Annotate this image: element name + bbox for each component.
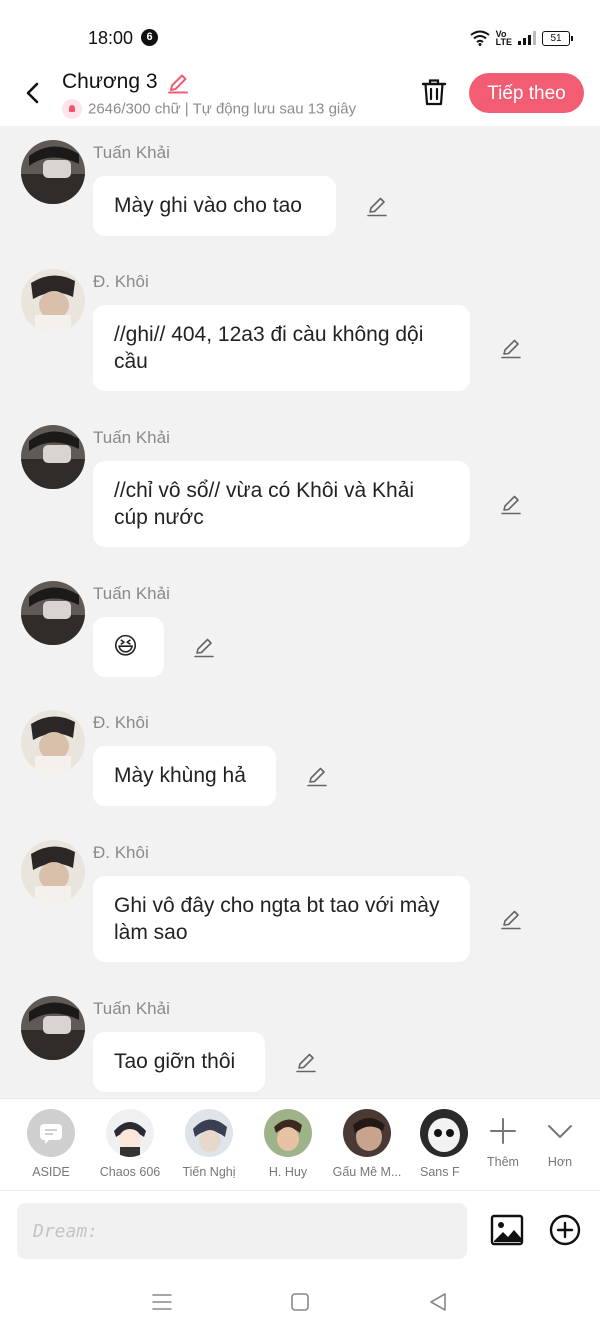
character-label: H. Huy (268, 1165, 308, 1179)
message-bubble[interactable]: Ghi vô đây cho ngta bt tao với mày làm s… (93, 876, 470, 962)
plus-icon (475, 1109, 531, 1153)
avatar[interactable] (21, 840, 85, 904)
chapter-header: Chương 3 2646/300 chữ | Tự động lưu sau … (0, 70, 600, 126)
status-icons: Vo LTE 51 (470, 28, 573, 48)
character-label: Chaos 606 (99, 1165, 161, 1179)
avatar[interactable] (21, 425, 85, 489)
back-button[interactable] (18, 78, 48, 108)
sender-name: Đ. Khôi (93, 713, 149, 732)
edit-message-icon[interactable] (193, 636, 215, 658)
message-bubble[interactable]: Tao giỡn thôi (93, 1032, 265, 1092)
home-icon[interactable] (288, 1290, 312, 1314)
sender-name: Tuấn Khải (93, 143, 170, 162)
sender-name: Tuấn Khải (93, 428, 170, 447)
edit-message-icon[interactable] (366, 195, 388, 217)
sender-name: Đ. Khôi (93, 272, 149, 291)
more-characters-button[interactable]: Hơn (532, 1109, 588, 1169)
back-nav-icon[interactable] (426, 1290, 450, 1314)
message-item: Tuấn Khải 😆 (0, 567, 600, 695)
character-picker: ASIDE Chaos 606 Tiến Nghị H. Huy Gấu Mê … (0, 1098, 600, 1191)
chat-bubble-icon (27, 1109, 75, 1157)
wifi-icon (470, 30, 490, 46)
character-label: ASIDE (32, 1165, 70, 1179)
character-label: Gấu Mê M... (332, 1165, 402, 1179)
character-aside[interactable]: ASIDE (11, 1109, 91, 1179)
character-sans-f[interactable]: Sans F (406, 1109, 468, 1179)
sender-name: Đ. Khôi (93, 843, 149, 862)
edit-title-icon[interactable] (167, 72, 189, 94)
delete-button[interactable] (420, 77, 448, 107)
edit-message-icon[interactable] (295, 1051, 317, 1073)
character-h-huy[interactable]: H. Huy (248, 1109, 328, 1179)
avatar[interactable] (21, 710, 85, 774)
word-count-status: 2646/300 chữ | Tự động lưu sau 13 giây (88, 100, 357, 118)
avatar (343, 1109, 391, 1157)
image-icon[interactable] (490, 1213, 524, 1247)
character-label: Sans F (420, 1165, 460, 1179)
next-chapter-button[interactable]: Tiếp theo (469, 73, 584, 113)
character-chaos-606[interactable]: Chaos 606 (90, 1109, 170, 1179)
avatar[interactable] (21, 269, 85, 333)
volte-icon: Vo LTE (495, 29, 512, 47)
message-text: Tao giỡn thôi (114, 1050, 236, 1073)
system-navigation-bar (0, 1270, 600, 1333)
message-text: //chỉ vô sổ// vừa có Khôi và Khải cúp nư… (114, 479, 415, 529)
message-bubble[interactable]: Mày ghi vào cho tao (93, 176, 336, 236)
add-character-button[interactable]: Thêm (475, 1109, 531, 1169)
save-status: 2646/300 chữ | Tự động lưu sau 13 giây (62, 99, 398, 121)
message-text: Mày ghi vào cho tao (114, 194, 302, 217)
message-item: Đ. Khôi Mày khùng hả (0, 696, 600, 824)
message-item: Tuấn Khải Tao giỡn thôi (0, 982, 600, 1098)
menu-icon[interactable] (150, 1290, 174, 1314)
bell-icon (62, 99, 82, 119)
avatar[interactable] (21, 581, 85, 645)
message-text: 😆 (113, 633, 139, 660)
avatar (264, 1109, 312, 1157)
message-item: Đ. Khôi Ghi vô đây cho ngta bt tao với m… (0, 826, 600, 980)
character-label: Tiến Nghị (182, 1165, 236, 1179)
avatar (106, 1109, 154, 1157)
message-bubble[interactable]: 😆 (93, 617, 164, 677)
message-bubble[interactable]: //ghi// 404, 12a3 đi càu không dội cầu (93, 305, 470, 391)
message-bubble[interactable]: Mày khùng hả (93, 746, 276, 806)
avatar[interactable] (21, 996, 85, 1060)
edit-message-icon[interactable] (306, 765, 328, 787)
add-label: Thêm (487, 1155, 519, 1169)
message-text: Ghi vô đây cho ngta bt tao với mày làm s… (114, 894, 440, 944)
add-attachment-icon[interactable] (549, 1214, 581, 1246)
chevron-down-icon (532, 1109, 588, 1153)
edit-message-icon[interactable] (500, 908, 522, 930)
message-text: //ghi// 404, 12a3 đi càu không dội cầu (114, 323, 424, 373)
avatar[interactable] (21, 140, 85, 204)
message-input[interactable] (17, 1203, 467, 1259)
avatar (185, 1109, 233, 1157)
avatar (420, 1109, 468, 1157)
edit-message-icon[interactable] (500, 337, 522, 359)
more-label: Hơn (547, 1155, 573, 1169)
notification-badge: 6 (141, 29, 158, 46)
sender-name: Tuấn Khải (93, 584, 170, 603)
edit-message-icon[interactable] (500, 493, 522, 515)
message-bubble[interactable]: //chỉ vô sổ// vừa có Khôi và Khải cúp nư… (93, 461, 470, 547)
character-tien-nghi[interactable]: Tiến Nghị (169, 1109, 249, 1179)
composer (0, 1190, 600, 1271)
sender-name: Tuấn Khải (93, 999, 170, 1018)
message-item: Tuấn Khải Mày ghi vào cho tao (0, 126, 600, 254)
message-list: Tuấn Khải Mày ghi vào cho tao Đ. Khôi //… (0, 126, 600, 1098)
character-gau-me-m[interactable]: Gấu Mê M... (327, 1109, 407, 1179)
signal-icon (518, 31, 536, 45)
page-title: Chương 3 (62, 70, 158, 93)
message-text: Mày khùng hả (114, 764, 246, 787)
message-item: Tuấn Khải //chỉ vô sổ// vừa có Khôi và K… (0, 411, 600, 565)
status-time: 18:00 (88, 28, 134, 48)
status-bar: 18:00 6 Vo LTE 51 (0, 0, 600, 70)
battery-icon: 51 (542, 30, 573, 46)
message-item: Đ. Khôi //ghi// 404, 12a3 đi càu không d… (0, 255, 600, 409)
